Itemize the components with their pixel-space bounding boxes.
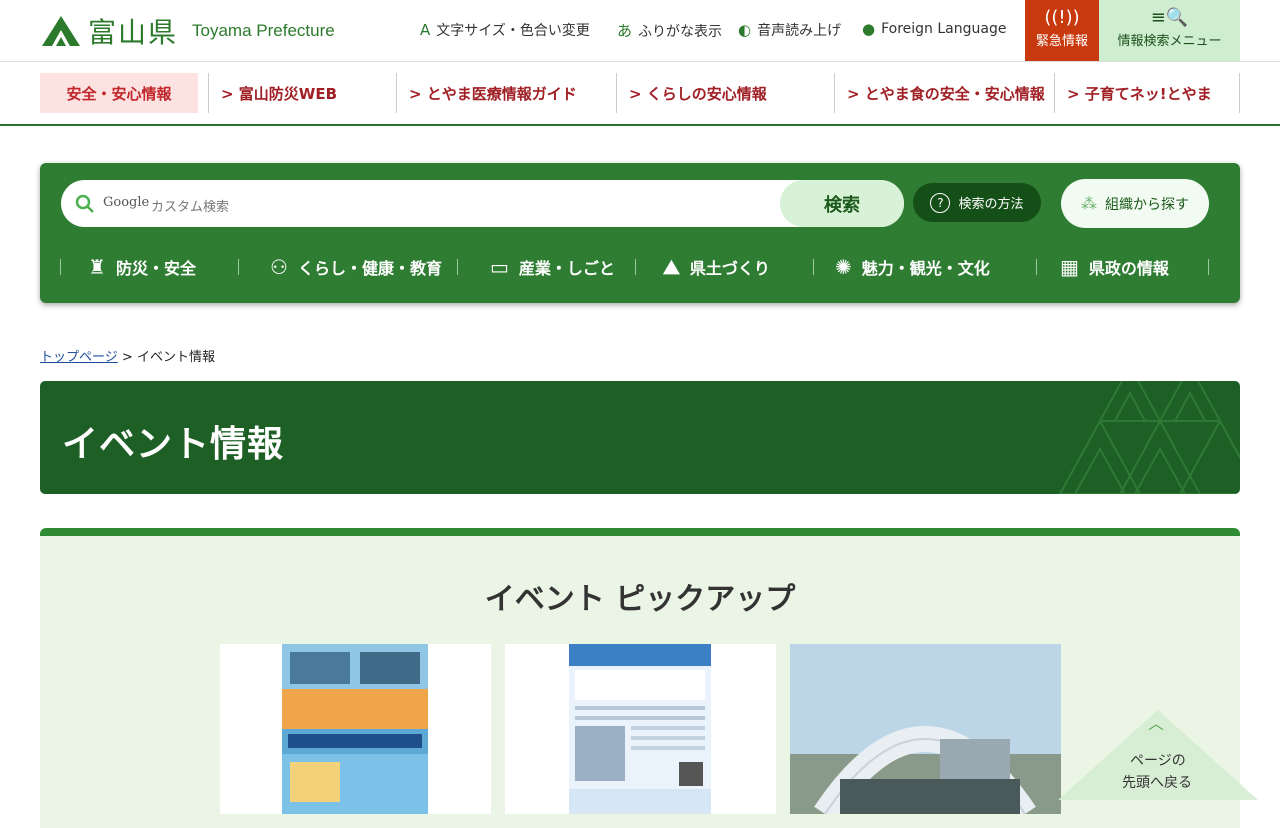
search-help-button[interactable]: ? 検索の方法 bbox=[913, 183, 1041, 222]
subnav-living[interactable]: > くらしの安心情報 bbox=[616, 73, 834, 113]
search-menu-icon: ≡🔍 bbox=[1150, 7, 1189, 28]
event-card[interactable] bbox=[790, 644, 1061, 814]
breadcrumb: トップページ > イベント情報 bbox=[40, 346, 215, 365]
cat-separator bbox=[1208, 259, 1209, 275]
furigana-icon: あ bbox=[617, 22, 633, 40]
alert-icon: ((!)) bbox=[1044, 7, 1080, 28]
cat-separator bbox=[1036, 259, 1037, 275]
search-button[interactable]: 検索 bbox=[780, 180, 904, 227]
search-panel: Google カスタム検索 検索 ? 検索の方法 ⁂ 組織から探す ♜ 防災・安… bbox=[40, 163, 1240, 303]
people-icon: ⚇ bbox=[270, 255, 288, 279]
cat-government[interactable]: ▦ 県政の情報 bbox=[1060, 246, 1169, 288]
building-icon: ▦ bbox=[1060, 255, 1079, 279]
subnav-active-safety[interactable]: 安全・安心情報 bbox=[40, 73, 198, 113]
event-card[interactable] bbox=[505, 644, 776, 814]
logo-en: Toyama Prefecture bbox=[192, 21, 335, 40]
cat-land[interactable]: ⛰ 県土づくり bbox=[663, 246, 770, 288]
site-header: 富山県 Toyama Prefecture A 文字サイズ・色合い変更 あ ふり… bbox=[0, 0, 1280, 62]
page-title-bar: イベント情報 bbox=[40, 381, 1240, 494]
logo-jp: 富山県 bbox=[88, 16, 179, 49]
event-card[interactable] bbox=[220, 644, 491, 814]
org-chart-icon: ⁂ bbox=[1081, 194, 1097, 213]
chevron-up-icon: ︿ bbox=[1148, 714, 1165, 733]
briefcase-icon: ▭ bbox=[490, 255, 509, 279]
cat-separator bbox=[238, 259, 239, 275]
search-bar[interactable]: Google カスタム検索 検索 bbox=[61, 180, 904, 227]
cat-separator bbox=[457, 259, 458, 275]
decorative-pattern-icon bbox=[1058, 381, 1240, 494]
cat-separator bbox=[813, 259, 814, 275]
cat-separator bbox=[635, 259, 636, 275]
search-menu-button[interactable]: ≡🔍 情報検索メニュー bbox=[1099, 0, 1240, 61]
font-size-icon: A bbox=[420, 21, 431, 39]
subnav-childcare[interactable]: > 子育てネッ!とやま bbox=[1054, 73, 1240, 113]
subnav-food[interactable]: > とやま食の安全・安心情報 bbox=[834, 73, 1054, 113]
question-icon: ? bbox=[930, 192, 951, 213]
mountain-icon: ⛰ bbox=[663, 255, 680, 279]
org-search-button[interactable]: ⁂ 組織から探す bbox=[1061, 179, 1209, 228]
cat-living[interactable]: ⚇ くらし・健康・教育 bbox=[270, 246, 442, 288]
safety-subnav: 安全・安心情報 > 富山防災WEB > とやま医療情報ガイド > くらしの安心情… bbox=[0, 62, 1280, 126]
event-poster-image bbox=[282, 644, 428, 814]
pickup-heading: イベント ピックアップ bbox=[484, 582, 796, 617]
search-input[interactable]: カスタム検索 bbox=[151, 196, 229, 215]
breadcrumb-home[interactable]: トップページ bbox=[40, 350, 118, 365]
emergency-button[interactable]: ((!)) 緊急情報 bbox=[1025, 0, 1099, 61]
event-poster-image bbox=[569, 644, 711, 814]
sun-icon: ✺ bbox=[835, 255, 852, 279]
font-size-link[interactable]: A 文字サイズ・色合い変更 bbox=[420, 20, 590, 40]
mountain-logo-icon bbox=[42, 16, 80, 46]
foreign-language-link[interactable]: ● Foreign Language bbox=[862, 20, 1006, 38]
page-title: イベント情報 bbox=[62, 424, 285, 465]
subnav-bousai[interactable]: > 富山防災WEB bbox=[208, 73, 396, 113]
furigana-link[interactable]: あ ふりがな表示 bbox=[617, 20, 722, 41]
siren-icon: ♜ bbox=[88, 255, 106, 279]
cat-industry[interactable]: ▭ 産業・しごと bbox=[490, 246, 615, 288]
cat-culture[interactable]: ✺ 魅力・観光・文化 bbox=[835, 246, 990, 288]
breadcrumb-sep: > bbox=[121, 350, 133, 365]
globe-icon: ● bbox=[862, 20, 876, 38]
back-to-top-button[interactable]: ︿ ページの 先頭へ戻る bbox=[1058, 710, 1258, 800]
cat-disaster[interactable]: ♜ 防災・安全 bbox=[88, 246, 196, 288]
subnav-medical[interactable]: > とやま医療情報ガイド bbox=[396, 73, 616, 113]
ear-icon: ◐ bbox=[738, 21, 752, 39]
site-logo[interactable]: 富山県 Toyama Prefecture bbox=[40, 11, 335, 51]
read-aloud-link[interactable]: ◐ 音声読み上げ bbox=[738, 20, 841, 40]
breadcrumb-current: イベント情報 bbox=[136, 350, 215, 365]
cat-separator bbox=[60, 259, 61, 275]
search-icon bbox=[75, 194, 94, 213]
event-photo-image bbox=[790, 644, 1061, 814]
google-label: Google bbox=[103, 195, 150, 210]
